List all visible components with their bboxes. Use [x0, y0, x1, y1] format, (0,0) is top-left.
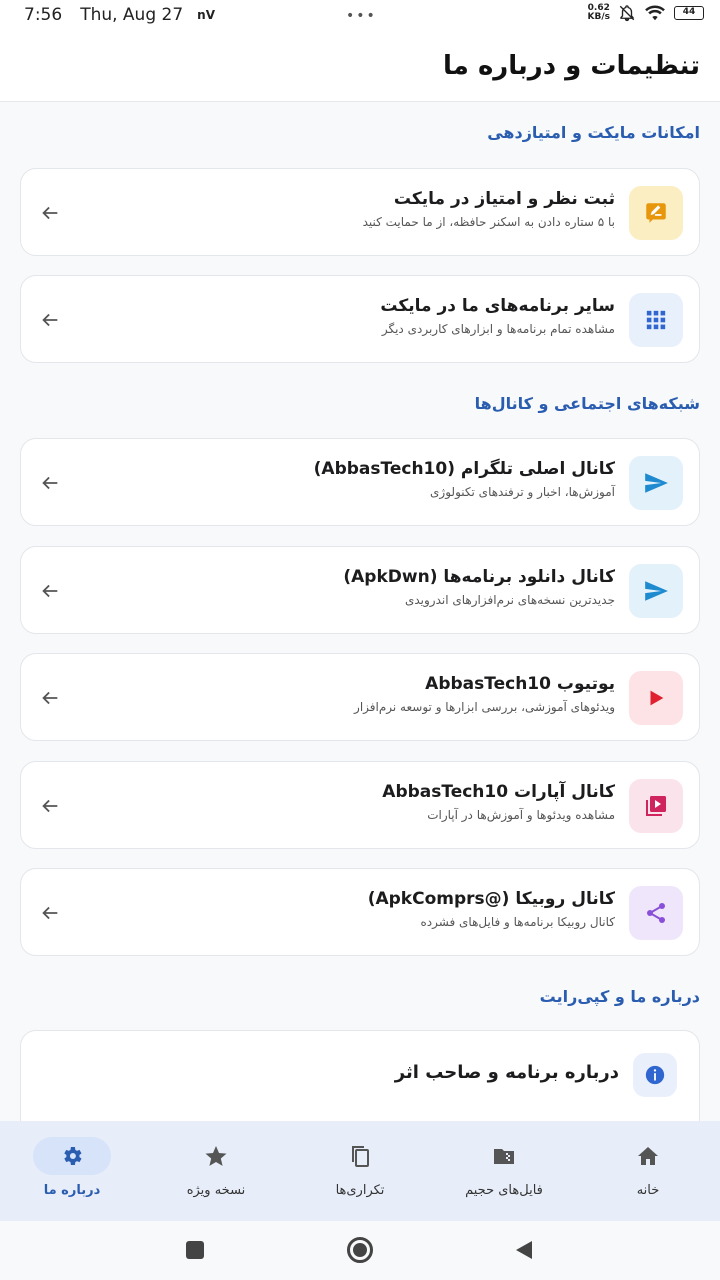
- section-title-social: شبکه‌های اجتماعی و کانال‌ها: [474, 394, 700, 413]
- nav-item-large-files[interactable]: فایل‌های حجیم: [432, 1121, 576, 1221]
- nav-item-home[interactable]: خانه: [576, 1121, 720, 1221]
- card-aparat[interactable]: کانال آپارات AbbasTech10 مشاهده ویدئوها …: [20, 761, 700, 849]
- card-title: ثبت نظر و امتیاز در مایکت: [393, 189, 615, 209]
- settings-gear-icon: [64, 1147, 82, 1165]
- card-title: کانال روبیکا (@ApkComprs): [367, 889, 615, 909]
- bell-off-icon: [619, 5, 635, 22]
- nav-label: تکراری‌ها: [335, 1183, 385, 1198]
- telegram-send-icon: [629, 456, 683, 510]
- card-rubika[interactable]: کانال روبیکا (@ApkComprs) کانال روبیکا ب…: [20, 868, 700, 956]
- card-subtitle: جدیدترین نسخه‌های نرم‌افزارهای اندرویدی: [404, 593, 615, 607]
- card-subtitle: ویدئوهای آموزشی، بررسی ابزارها و توسعه ن…: [354, 700, 615, 714]
- status-dots-icon: •••: [346, 8, 377, 24]
- telegram-send-icon: [629, 564, 683, 618]
- wifi-icon: [645, 5, 665, 21]
- card-title: سایر برنامه‌های ما در مایکت: [380, 296, 615, 316]
- card-title: کانال اصلی تلگرام (AbbasTech10): [313, 459, 615, 479]
- nav-item-duplicates[interactable]: تکراری‌ها: [288, 1121, 432, 1221]
- back-triangle-icon[interactable]: [514, 1240, 534, 1260]
- bottom-navigation: درباره ما نسخه ویژه تکراری‌ها فایل‌های ح…: [0, 1121, 720, 1221]
- recents-square-icon[interactable]: [186, 1241, 204, 1259]
- nav-label: فایل‌های حجیم: [465, 1183, 543, 1198]
- card-rate-myket[interactable]: ثبت نظر و امتیاز در مایکت با ۵ ستاره داد…: [20, 168, 700, 256]
- status-bar: 7:56 Thu, Aug 27 nV ••• 0.62 KB/s 44: [0, 0, 720, 30]
- card-subtitle: مشاهده تمام برنامه‌ها و ابزارهای کاربردی…: [381, 322, 615, 336]
- info-icon: [633, 1053, 677, 1097]
- section-title-about: درباره ما و کپی‌رایت: [539, 987, 700, 1006]
- status-net-speed: 0.62 KB/s: [587, 3, 610, 22]
- card-subtitle: مشاهده ویدئوها و آموزش‌ها در آپارات: [427, 808, 615, 822]
- rate-review-icon: [629, 186, 683, 240]
- nav-label: درباره ما: [43, 1183, 101, 1198]
- arrow-left-icon: [42, 584, 58, 598]
- status-carrier: nV: [197, 8, 216, 22]
- card-other-apps[interactable]: سایر برنامه‌های ما در مایکت مشاهده تمام …: [20, 275, 700, 363]
- nav-label: خانه: [636, 1183, 660, 1198]
- nav-label: نسخه ویژه: [186, 1183, 246, 1198]
- card-about-app[interactable]: درباره برنامه و صاحب اثر: [20, 1030, 700, 1121]
- nav-item-premium[interactable]: نسخه ویژه: [144, 1121, 288, 1221]
- card-title: کانال دانلود برنامه‌ها (ApkDwn): [343, 567, 615, 587]
- card-subtitle: کانال روبیکا برنامه‌ها و فایل‌های فشرده: [420, 915, 615, 929]
- arrow-left-icon: [42, 691, 58, 705]
- home-circle-icon[interactable]: [347, 1237, 373, 1263]
- arrow-left-icon: [42, 906, 58, 920]
- card-subtitle: با ۵ ستاره دادن به اسکنر حافظه، از ما حم…: [362, 215, 615, 229]
- apps-grid-icon: [629, 293, 683, 347]
- status-date: Thu, Aug 27: [80, 5, 184, 25]
- arrow-left-icon: [42, 476, 58, 490]
- settings-content[interactable]: امکانات مایکت و امتیازدهی ثبت نظر و امتی…: [0, 103, 720, 1121]
- battery-icon: 44: [674, 6, 704, 20]
- copy-icon: [352, 1146, 369, 1167]
- arrow-left-icon: [42, 313, 58, 327]
- youtube-play-icon: [629, 671, 683, 725]
- share-icon: [629, 886, 683, 940]
- video-library-icon: [629, 779, 683, 833]
- section-title-myket: امکانات مایکت و امتیازدهی: [487, 123, 700, 142]
- card-title: کانال آپارات AbbasTech10: [382, 782, 615, 802]
- card-title: یوتیوب AbbasTech10: [425, 674, 615, 694]
- app-bar: تنظیمات و درباره ما: [0, 30, 720, 102]
- home-icon: [638, 1147, 658, 1165]
- zip-folder-icon: [494, 1149, 514, 1164]
- system-navigation-bar: [0, 1221, 720, 1280]
- card-telegram-apkdwn[interactable]: کانال دانلود برنامه‌ها (ApkDwn) جدیدترین…: [20, 546, 700, 634]
- star-icon: [205, 1146, 227, 1166]
- page-title: تنظیمات و درباره ما: [443, 50, 700, 81]
- arrow-left-icon: [42, 799, 58, 813]
- card-telegram-main[interactable]: کانال اصلی تلگرام (AbbasTech10) آموزش‌ها…: [20, 438, 700, 526]
- card-title: درباره برنامه و صاحب اثر: [394, 1062, 619, 1083]
- nav-item-about[interactable]: درباره ما: [0, 1121, 144, 1221]
- status-time: 7:56: [24, 5, 63, 25]
- arrow-left-icon: [42, 206, 58, 220]
- card-youtube[interactable]: یوتیوب AbbasTech10 ویدئوهای آموزشی، بررس…: [20, 653, 700, 741]
- card-subtitle: آموزش‌ها، اخبار و ترفندهای تکنولوژی: [430, 485, 615, 499]
